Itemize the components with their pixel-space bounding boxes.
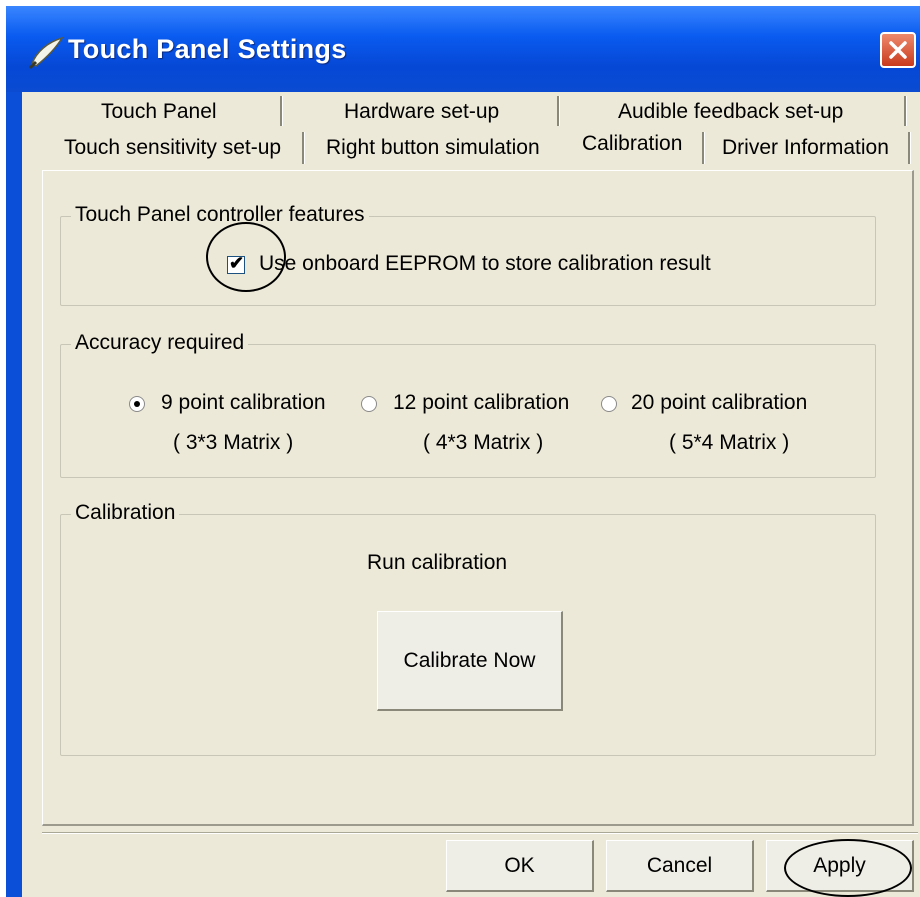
run-calibration-label: Run calibration	[367, 551, 508, 574]
tab-right-button-simulation[interactable]: Right button simulation	[326, 136, 540, 160]
tab-touch-panel[interactable]: Touch Panel	[101, 100, 217, 124]
radio-selected-dot	[134, 401, 140, 407]
matrix-4x3-label: ( 4*3 Matrix )	[423, 431, 544, 454]
matrix-5x4-label: ( 5*4 Matrix )	[669, 431, 790, 454]
window-title: Touch Panel Settings	[68, 34, 347, 64]
eeprom-checkbox-label[interactable]: Use onboard EEPROM to store calibration …	[259, 252, 711, 276]
tab-divider	[908, 132, 911, 164]
calibration-group: Calibration Run calibration Calibrate No…	[60, 501, 876, 756]
radio-20-point[interactable]	[601, 396, 617, 412]
tab-divider	[280, 96, 283, 126]
group-legend: Touch Panel controller features	[71, 203, 369, 227]
tab-touch-sensitivity-setup[interactable]: Touch sensitivity set-up	[64, 136, 281, 160]
tab-divider	[557, 96, 560, 126]
tab-divider	[702, 132, 705, 164]
footer-separator	[42, 832, 918, 834]
dialog-window: Touch Panel Settings Touch Panel Hardwar…	[6, 6, 920, 897]
tab-calibration-label: Calibration	[582, 132, 683, 155]
tab-audible-feedback-setup[interactable]: Audible feedback set-up	[618, 100, 843, 124]
radio-12-point-label[interactable]: 12 point calibration	[393, 391, 569, 415]
tab-calibration[interactable]: Calibration	[570, 124, 702, 168]
cancel-button[interactable]: Cancel	[606, 840, 754, 892]
radio-9-point-label[interactable]: 9 point calibration	[161, 391, 326, 415]
ok-button[interactable]: OK	[446, 840, 594, 892]
tab-driver-information[interactable]: Driver Information	[722, 136, 889, 160]
radio-20-point-label[interactable]: 20 point calibration	[631, 391, 807, 415]
close-button[interactable]	[880, 32, 916, 68]
tab-hardware-setup[interactable]: Hardware set-up	[344, 100, 499, 124]
title-bar[interactable]: Touch Panel Settings	[6, 6, 920, 92]
tab-divider	[904, 96, 907, 126]
tab-divider	[302, 132, 305, 164]
radio-12-point[interactable]	[361, 396, 377, 412]
highlight-oval-checkbox	[206, 222, 286, 292]
group-legend: Calibration	[71, 501, 180, 525]
pen-icon	[28, 36, 64, 70]
highlight-oval-apply	[784, 839, 912, 897]
matrix-3x3-label: ( 3*3 Matrix )	[173, 431, 294, 454]
dialog-client-area: Touch Panel Hardware set-up Audible feed…	[22, 92, 920, 897]
controller-features-group: Touch Panel controller features ✔ Use on…	[60, 203, 876, 306]
close-icon	[889, 41, 907, 59]
calibrate-now-button[interactable]: Calibrate Now	[377, 611, 563, 711]
group-legend: Accuracy required	[71, 331, 249, 355]
radio-9-point[interactable]	[129, 396, 145, 412]
accuracy-group: Accuracy required 9 point calibration ( …	[60, 331, 876, 478]
